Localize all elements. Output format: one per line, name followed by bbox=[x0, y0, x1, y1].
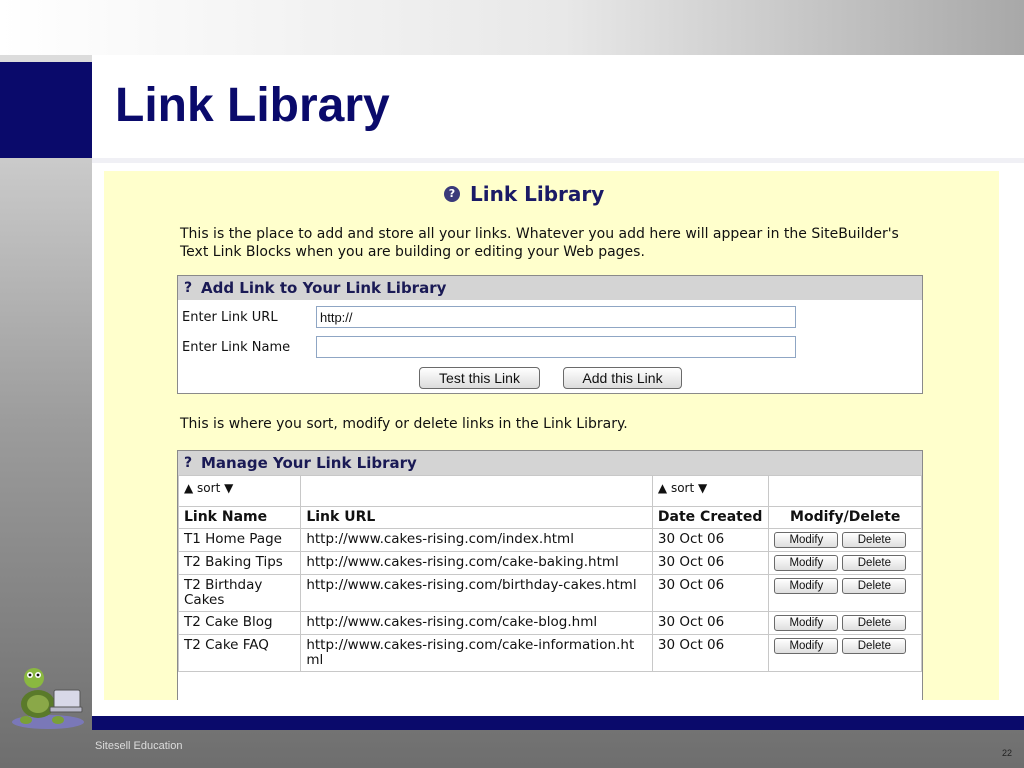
modify-button[interactable]: Modify bbox=[774, 532, 839, 548]
column-header-modify-delete: Modify/Delete bbox=[768, 506, 922, 529]
turtle-mascot-icon bbox=[12, 668, 84, 729]
column-header-link-name: Link Name bbox=[178, 506, 302, 529]
screenshot-title-text: Link Library bbox=[470, 182, 605, 206]
screenshot-title: ? Link Library bbox=[444, 179, 604, 209]
date-created-cell: 30 Oct 06 bbox=[651, 574, 770, 612]
table-row: T2 Cake Blog http://www.cakes-rising.com… bbox=[178, 611, 922, 635]
action-cell: Modify Delete bbox=[768, 611, 922, 635]
sort-date-control[interactable]: ▲ sort ▼ bbox=[651, 475, 770, 507]
link-library-screenshot: ? Link Library This is the place to add … bbox=[104, 171, 999, 700]
page-number: 22 bbox=[1001, 748, 1012, 758]
column-header-link-url: Link URL bbox=[300, 506, 653, 529]
date-created-cell: 30 Oct 06 bbox=[651, 611, 770, 635]
link-name-cell: T1 Home Page bbox=[178, 528, 302, 552]
intro-text: This is the place to add and store all y… bbox=[180, 226, 899, 260]
link-url-input[interactable] bbox=[316, 306, 796, 328]
delete-button[interactable]: Delete bbox=[842, 555, 907, 571]
sort-cell-empty bbox=[300, 475, 653, 507]
action-cell: Modify Delete bbox=[768, 551, 922, 575]
test-link-button[interactable]: Test this Link bbox=[419, 367, 540, 389]
sort-name-control[interactable]: ▲ sort ▼ bbox=[178, 475, 302, 507]
delete-button[interactable]: Delete bbox=[842, 615, 907, 631]
date-created-cell: 30 Oct 06 bbox=[651, 528, 770, 552]
sort-cell-empty bbox=[768, 475, 922, 507]
add-link-panel-header: ? Add Link to Your Link Library bbox=[178, 276, 922, 300]
url-label: Enter Link URL bbox=[182, 309, 278, 325]
action-cell: Modify Delete bbox=[768, 574, 922, 612]
name-field-row: Enter Link Name bbox=[182, 336, 796, 358]
navy-accent-block bbox=[0, 62, 92, 158]
action-cell: Modify Delete bbox=[768, 528, 922, 552]
table-header-row: Link Name Link URL Date Created Modify/D… bbox=[178, 506, 922, 529]
table-row: T2 Baking Tips http://www.cakes-rising.c… bbox=[178, 551, 922, 575]
url-field-row: Enter Link URL bbox=[182, 306, 796, 328]
sort-instructions: This is where you sort, modify or delete… bbox=[180, 416, 628, 432]
sort-row: ▲ sort ▼ ▲ sort ▼ bbox=[178, 475, 922, 507]
column-header-date-created: Date Created bbox=[651, 506, 770, 529]
slide-title: Link Library bbox=[115, 79, 390, 132]
link-url-cell: http://www.cakes-rising.com/index.html bbox=[300, 528, 653, 552]
question-icon[interactable]: ? bbox=[444, 186, 460, 202]
delete-button[interactable]: Delete bbox=[842, 532, 907, 548]
manage-link-panel: ? Manage Your Link Library ▲ sort ▼ ▲ so… bbox=[177, 450, 923, 700]
date-created-cell: 30 Oct 06 bbox=[651, 551, 770, 575]
add-link-panel: ? Add Link to Your Link Library Enter Li… bbox=[177, 275, 923, 394]
delete-button[interactable]: Delete bbox=[842, 578, 907, 594]
top-gradient-band bbox=[0, 0, 1024, 55]
modify-button[interactable]: Modify bbox=[774, 638, 839, 654]
link-url-cell: http://www.cakes-rising.com/cake-baking.… bbox=[300, 551, 653, 575]
add-link-heading: Add Link to Your Link Library bbox=[201, 279, 447, 297]
name-label: Enter Link Name bbox=[182, 339, 291, 355]
link-name-cell: T2 Cake FAQ bbox=[178, 634, 302, 672]
date-created-cell: 30 Oct 06 bbox=[651, 634, 770, 672]
link-name-input[interactable] bbox=[316, 336, 796, 358]
table-row: T2 Cake FAQ http://www.cakes-rising.com/… bbox=[178, 634, 922, 672]
link-name-cell: T2 Baking Tips bbox=[178, 551, 302, 575]
link-url-cell: http://www.cakes-rising.com/cake-blog.hm… bbox=[300, 611, 653, 635]
link-name-cell: T2 Cake Blog bbox=[178, 611, 302, 635]
modify-button[interactable]: Modify bbox=[774, 555, 839, 571]
footer-bar bbox=[92, 716, 1024, 730]
question-icon[interactable]: ? bbox=[184, 455, 198, 471]
manage-link-panel-header: ? Manage Your Link Library bbox=[178, 451, 922, 475]
delete-button[interactable]: Delete bbox=[842, 638, 907, 654]
modify-button[interactable]: Modify bbox=[774, 578, 839, 594]
link-url-cell: http://www.cakes-rising.com/cake-informa… bbox=[300, 634, 653, 672]
add-link-button[interactable]: Add this Link bbox=[563, 367, 682, 389]
action-cell: Modify Delete bbox=[768, 634, 922, 672]
footer-source: Sitesell Education bbox=[95, 740, 183, 752]
link-url-cell: http://www.cakes-rising.com/birthday-cak… bbox=[300, 574, 653, 612]
modify-button[interactable]: Modify bbox=[774, 615, 839, 631]
question-icon[interactable]: ? bbox=[184, 280, 198, 296]
link-name-cell: T2 Birthday Cakes bbox=[178, 574, 302, 612]
manage-link-heading: Manage Your Link Library bbox=[201, 454, 417, 472]
table-row: T1 Home Page http://www.cakes-rising.com… bbox=[178, 528, 922, 552]
table-row: T2 Birthday Cakes http://www.cakes-risin… bbox=[178, 574, 922, 612]
link-table: ▲ sort ▼ ▲ sort ▼ Link Name Link URL Dat… bbox=[178, 475, 922, 672]
